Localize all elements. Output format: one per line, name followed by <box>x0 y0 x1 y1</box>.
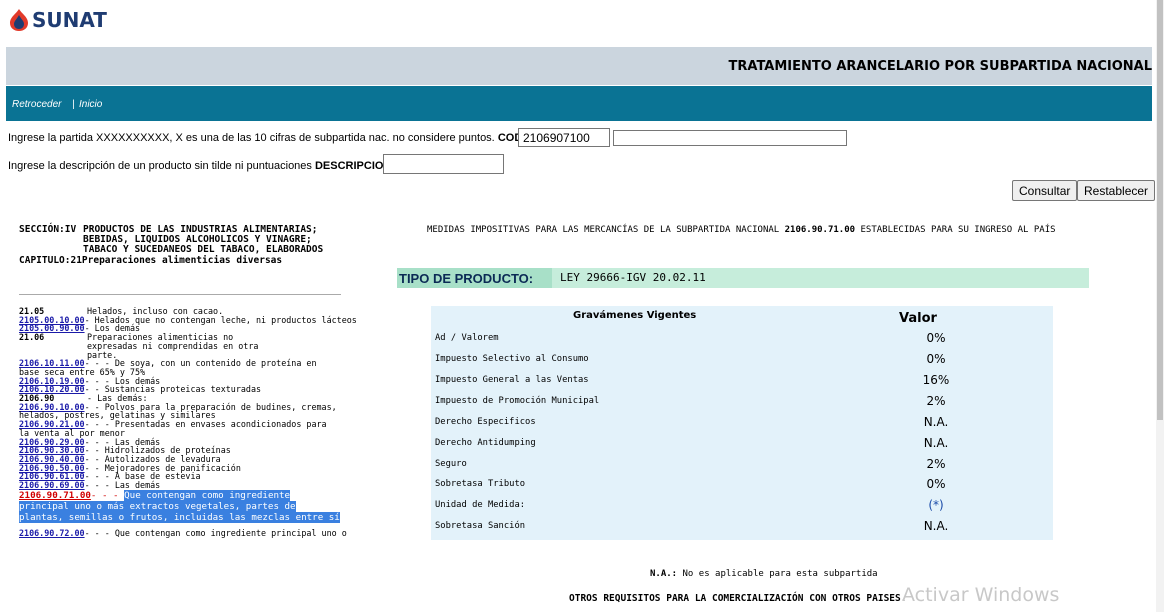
page-scrollbar[interactable] <box>1156 0 1164 612</box>
gravamen-row: Impuesto de Promoción Municipal 2% <box>435 394 946 408</box>
na-label: N.A.: <box>650 569 678 579</box>
tree-row: 2106.90.10.00- - Polvos para la preparac… <box>19 401 337 421</box>
description-input[interactable] <box>383 154 504 174</box>
tree-row-heading: 21.06 Preparaciones alimenticias no expr… <box>19 332 259 360</box>
gravamen-row: Seguro 2% <box>435 457 946 471</box>
gravamen-row: Impuesto Selectivo al Consumo 0% <box>435 352 946 366</box>
desc-prompt-row: Ingrese la descripción de un producto si… <box>8 160 398 172</box>
gravamen-row: Derecho Especificos N.A. <box>435 415 949 429</box>
gravamen-row: Impuesto General a las Ventas 16% <box>435 373 950 387</box>
gravamen-row: Ad / Valorem 0% <box>435 331 946 345</box>
logo-text: SUNAT <box>32 8 107 32</box>
tree-row: 2106.90.21.00- - - Presentadas en envase… <box>19 419 327 438</box>
tree-row: 2106.10.11.00- - - De soya, con un conte… <box>19 358 317 377</box>
seccion-text: PRODUCTOS DE LAS INDUSTRIAS ALIMENTARIAS… <box>83 224 324 255</box>
medidas-code: 2106.90.71.00 <box>784 225 856 235</box>
code-prompt: Ingrese la partida XXXXXXXXXX, X es una … <box>8 132 495 144</box>
sunat-logo[interactable]: SUNAT <box>8 8 107 32</box>
desc-prompt: Ingrese la descripción de un producto si… <box>8 160 312 172</box>
otros-requisitos-heading: OTROS REQUISITOS PARA LA COMERCIALIZACIÓ… <box>569 593 907 604</box>
valor-header: Valor <box>899 311 937 326</box>
activate-windows-watermark: Activar Windows <box>902 584 1060 606</box>
gravamen-row: Derecho Antidumping N.A. <box>435 436 949 450</box>
seccion-label: SECCIÓN:IV <box>19 224 77 235</box>
tipo-producto-bar: TIPO DE PRODUCTO: LEY 29666-IGV 20.02.11 <box>397 268 1089 288</box>
tree-row: 2106.90.72.00- - - Que contengan como in… <box>19 527 347 538</box>
selected-subpartida-link[interactable]: 2106.90.71.00 <box>19 490 91 501</box>
gravamen-row: Sobretasa Sanción N.A. <box>435 519 949 533</box>
tree-row: 2106.90.69.00- - - Las demás <box>19 480 161 491</box>
section-header: SECCIÓN:IV PRODUCTOS DE LAS INDUSTRIAS A… <box>19 225 333 266</box>
tree-row: 2106.10.20.00- - Sustancias proteicas te… <box>19 384 262 395</box>
capitulo-label: CAPITULO:21 <box>19 255 82 266</box>
nav-separator: | <box>72 99 75 110</box>
home-link[interactable]: Inicio <box>79 99 102 110</box>
restablecer-button[interactable]: Restablecer <box>1077 180 1156 201</box>
code-input[interactable] <box>518 128 610 147</box>
medidas-heading: MEDIDAS IMPOSITIVAS PARA LAS MERCANCÍAS … <box>427 225 1056 235</box>
subpartida-link[interactable]: 2106.90.72.00 <box>19 528 85 538</box>
back-link[interactable]: Retroceder <box>12 99 61 110</box>
code-prompt-row: Ingrese la partida XXXXXXXXXX, X es una … <box>8 132 549 144</box>
title-band: TRATAMIENTO ARANCELARIO POR SUBPARTIDA N… <box>6 47 1152 85</box>
gravamenes-table: Gravámenes Vigentes Valor Ad / Valorem 0%… <box>431 306 1053 540</box>
gravamen-row: Unidad de Medida: (*) <box>435 496 1045 516</box>
na-note: N.A.: No es aplicable para esta subparti… <box>650 569 878 579</box>
nav-band: Retroceder | Inicio <box>6 86 1152 121</box>
na-text: No es aplicable para esta subpartida <box>682 569 878 579</box>
capitulo-text: Preparaciones alimenticias diversas <box>81 255 283 266</box>
scrollbar-thumb[interactable] <box>1157 0 1163 420</box>
gravamen-row: Sobretasa Tributo 0% <box>435 477 946 491</box>
code-description-field[interactable] <box>613 130 847 146</box>
section-divider <box>19 294 341 295</box>
tipo-producto-value: LEY 29666-IGV 20.02.11 <box>552 268 1089 288</box>
unidad-medida-link[interactable]: (*) <box>901 498 971 512</box>
page-title: TRATAMIENTO ARANCELARIO POR SUBPARTIDA N… <box>728 59 1152 74</box>
gravamenes-header: Gravámenes Vigentes <box>573 310 697 321</box>
tree-row-selected: 2106.90.71.00- - - Que contengan como in… <box>19 489 340 523</box>
subpartida-tree: 21.05 Helados, incluso con cacao. 2105.0… <box>19 307 357 538</box>
sunat-flame-icon <box>10 9 28 31</box>
tipo-producto-label: TIPO DE PRODUCTO: <box>399 271 534 286</box>
consultar-button[interactable]: Consultar <box>1012 180 1078 201</box>
subpartida-link[interactable]: 2106.90.69.00 <box>19 480 85 490</box>
